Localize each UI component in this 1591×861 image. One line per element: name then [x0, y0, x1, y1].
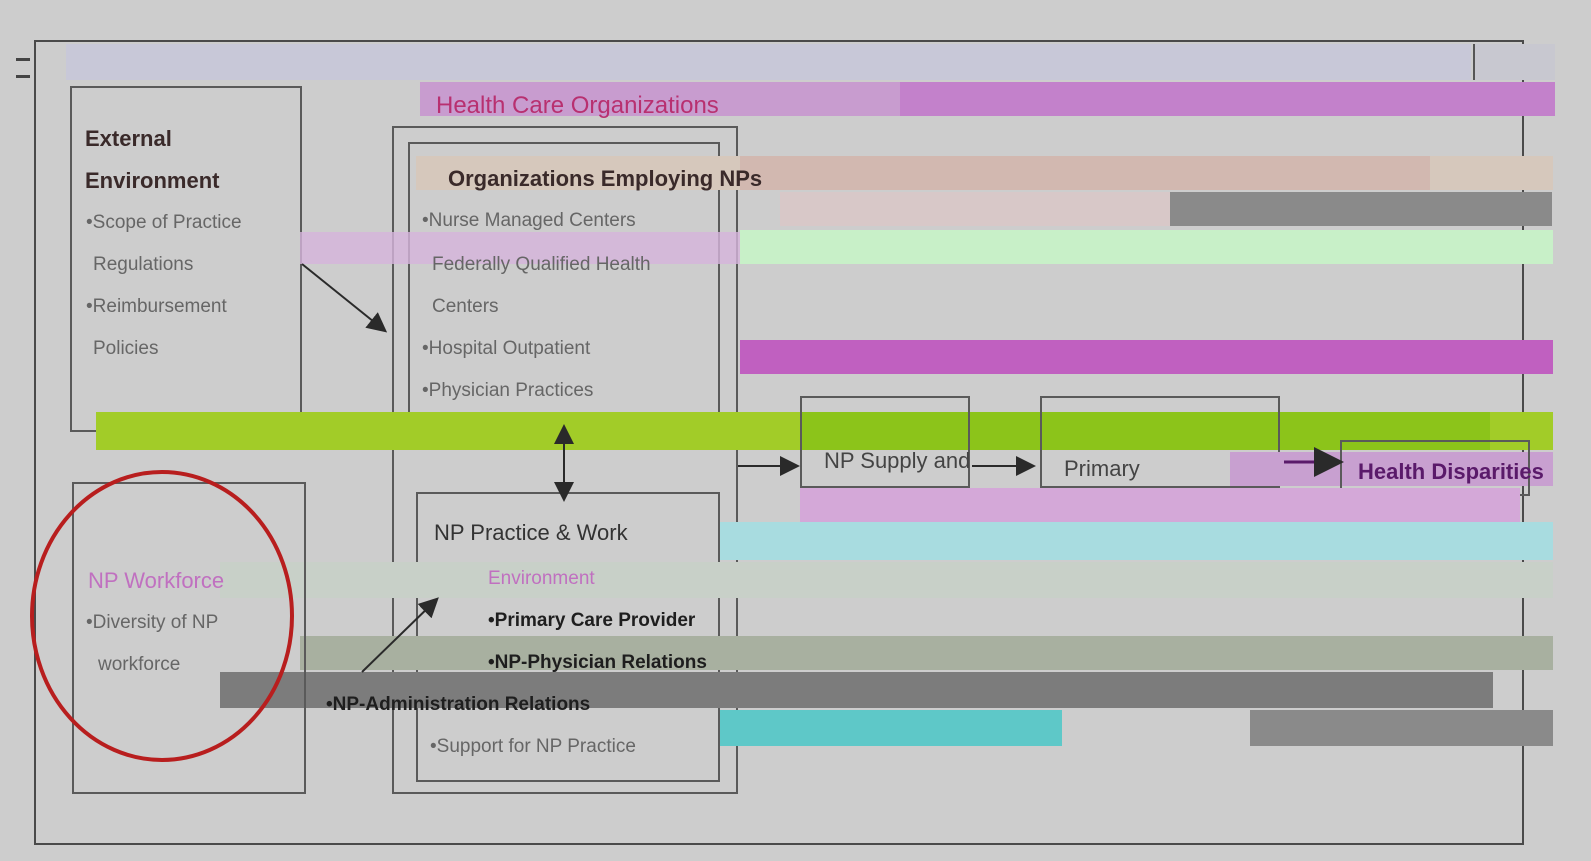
connectors [30, 263, 1344, 762]
arrow-workforce-to-practice [361, 597, 439, 673]
highlight-circle [30, 470, 294, 762]
arrow-external-to-orgs [301, 263, 388, 333]
